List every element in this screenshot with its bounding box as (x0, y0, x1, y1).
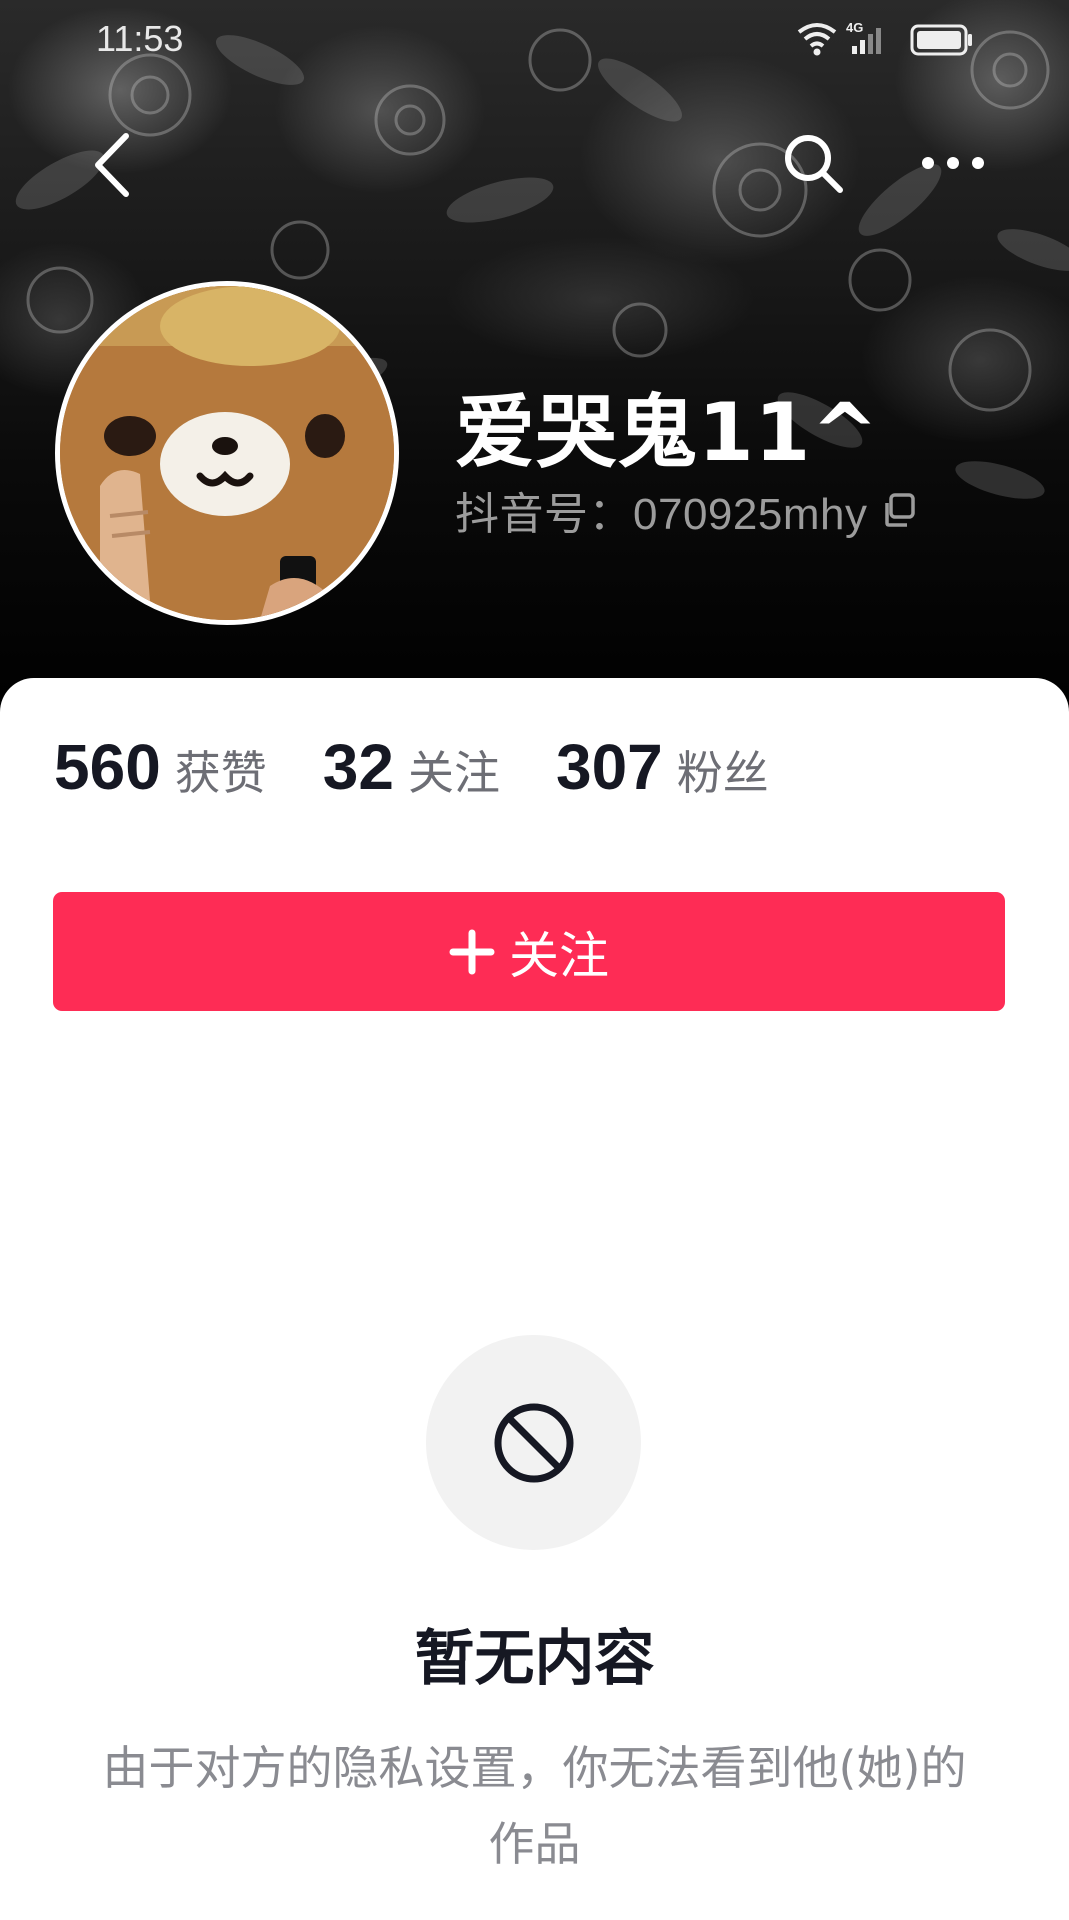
stat-likes-value: 560 (54, 731, 161, 803)
follow-button[interactable]: 关注 (53, 892, 1005, 1011)
douyin-id-row[interactable]: 抖音号：070925mhy (455, 478, 919, 542)
wifi-icon (797, 23, 837, 56)
stat-following-value: 32 (322, 731, 394, 803)
no-entry-icon (494, 1403, 573, 1482)
more-dots-icon[interactable] (918, 148, 988, 178)
stat-followers-label: 粉丝 (676, 746, 769, 800)
stat-followers[interactable]: 307 粉丝 (556, 730, 769, 804)
douyin-id: 抖音号：070925mhy (455, 490, 868, 539)
copy-icon[interactable] (881, 491, 919, 529)
search-icon[interactable] (780, 130, 846, 196)
follow-button-label: 关注 (509, 926, 609, 985)
profile-stats: 560 获赞 32 关注 307 粉丝 (54, 730, 825, 804)
empty-state-title: 暂无内容 (414, 1624, 655, 1694)
profile-header: 11:53 4G 爱哭鬼11^ 抖音号：070925mhy (0, 0, 1069, 720)
chevron-left-icon[interactable] (88, 130, 138, 200)
avatar-image (60, 286, 394, 620)
signal-icon (852, 28, 881, 54)
stat-likes-label: 获赞 (174, 746, 267, 800)
username: 爱哭鬼11^ (455, 386, 880, 479)
empty-state-icon-container (426, 1335, 641, 1550)
status-bar: 11:53 4G (0, 0, 1069, 80)
avatar[interactable] (55, 281, 399, 625)
plus-icon (449, 929, 495, 974)
stat-following[interactable]: 32 关注 (323, 730, 500, 804)
battery-icon (910, 24, 972, 56)
status-time: 11:53 (96, 18, 184, 59)
stat-likes[interactable]: 560 获赞 (54, 730, 267, 804)
stat-following-label: 关注 (407, 746, 500, 800)
empty-state-description: 由于对方的隐私设置，你无法看到他(她)的作品 (102, 1741, 967, 1871)
stat-followers-value: 307 (555, 731, 663, 803)
